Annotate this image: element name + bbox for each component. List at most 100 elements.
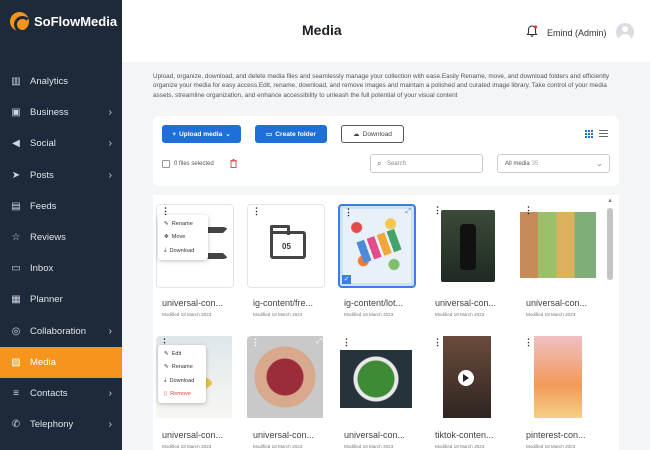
- sidebar-item-posts[interactable]: ➤ Posts ›: [0, 160, 122, 191]
- more-options-icon[interactable]: ⋮: [524, 206, 533, 215]
- tile-name: universal-con...: [162, 298, 224, 308]
- more-options-icon[interactable]: ⋮: [161, 207, 170, 216]
- sidebar-item-social[interactable]: ◀ Social ›: [0, 128, 122, 159]
- sidebar-item-inbox[interactable]: ▭ Inbox: [0, 253, 122, 284]
- scroll-up-icon[interactable]: ▲: [607, 198, 613, 204]
- media-tile-image[interactable]: ⋮ ⤢: [247, 336, 325, 420]
- media-tile-image-selected[interactable]: ⋮ ⤢ ✓: [338, 204, 416, 288]
- menu-item-move[interactable]: ✥ Move: [158, 231, 208, 245]
- scroll-thumb[interactable]: [607, 208, 613, 280]
- more-options-icon[interactable]: ⋮: [524, 338, 533, 347]
- sidebar-item-label: Feeds: [30, 200, 57, 212]
- tile-date: Modified 18 March 2023: [526, 312, 576, 317]
- sidebar: SoFlowMedia ▥ Analytics ▣ Business › ◀ S…: [0, 0, 122, 450]
- app-logo[interactable]: SoFlowMedia: [10, 12, 118, 33]
- download-button[interactable]: ☁ Download: [341, 125, 404, 143]
- tile-date: Modified 18 March 2023: [162, 312, 212, 317]
- sidebar-item-feeds[interactable]: ▤ Feeds: [0, 191, 122, 222]
- trash-icon: ▯: [164, 391, 168, 398]
- chart-icon: ▥: [11, 76, 21, 88]
- download-icon: ⤓: [164, 247, 167, 254]
- media-tile-image[interactable]: ⋮: [429, 204, 507, 288]
- more-options-icon[interactable]: ⋮: [342, 338, 351, 347]
- app-name: SoFlowMedia: [34, 14, 118, 29]
- sidebar-item-label: Business: [30, 107, 69, 119]
- tile-thumbnail: [340, 350, 412, 408]
- sidebar-item-collaboration[interactable]: ◎ Collaboration ›: [0, 316, 122, 347]
- download-icon: ⤓: [164, 377, 167, 384]
- tile-thumbnail: [441, 210, 495, 282]
- download-label: Download: [362, 130, 392, 138]
- chevron-down-icon: ⌄: [596, 159, 603, 168]
- create-folder-label: Create folder: [275, 130, 316, 138]
- tile-name: tiktok-conten...: [435, 430, 494, 440]
- media-tile-folder[interactable]: ⋮ 05: [247, 204, 325, 288]
- trash-icon[interactable]: [230, 159, 237, 168]
- menu-item-download[interactable]: ⤓ Download: [158, 244, 208, 258]
- folder-label: 05: [282, 242, 291, 251]
- chevron-right-icon: ›: [108, 169, 112, 181]
- media-tile-image[interactable]: ⋮: [338, 336, 416, 420]
- list-view-icon[interactable]: [599, 130, 608, 138]
- contacts-icon: ≡: [13, 387, 19, 399]
- image-icon: ▨: [11, 356, 21, 368]
- checkbox-checked-icon[interactable]: ✓: [342, 275, 351, 284]
- menu-item-remove[interactable]: ▯ Remove: [158, 388, 206, 402]
- tile-thumbnail: [343, 209, 411, 283]
- sidebar-item-reviews[interactable]: ☆ Reviews: [0, 222, 122, 253]
- media-filter-select[interactable]: All media 35 ⌄: [497, 154, 610, 173]
- more-options-icon[interactable]: ⋮: [251, 338, 260, 347]
- bell-icon[interactable]: [525, 24, 539, 38]
- megaphone-icon: ◀: [12, 138, 20, 150]
- media-tile-image[interactable]: ⋮: [520, 336, 598, 420]
- search-placeholder: Search: [387, 161, 407, 167]
- more-options-icon[interactable]: ⋮: [344, 208, 353, 217]
- tile-name: universal-con...: [344, 430, 406, 440]
- chevron-right-icon: ›: [108, 325, 112, 337]
- tile-name: universal-con...: [526, 298, 588, 308]
- tile-date: Modified 18 March 2023: [435, 444, 485, 449]
- create-folder-button[interactable]: ▭ Create folder: [255, 125, 327, 143]
- menu-item-rename[interactable]: ✎ Rename: [158, 361, 206, 375]
- sidebar-item-media[interactable]: ▨ Media: [0, 346, 122, 378]
- sidebar-item-analytics[interactable]: ▥ Analytics: [0, 66, 122, 97]
- expand-icon[interactable]: ⤢: [316, 338, 322, 346]
- page-title: Media: [302, 22, 342, 38]
- sidebar-item-business[interactable]: ▣ Business ›: [0, 97, 122, 128]
- media-tile-image[interactable]: ⋮: [520, 204, 598, 288]
- feed-icon: ▤: [11, 200, 21, 212]
- menu-item-edit[interactable]: ✎ Edit: [158, 347, 206, 361]
- search-input[interactable]: ⌕ Search: [370, 154, 483, 173]
- more-options-icon[interactable]: ⋮: [252, 207, 261, 216]
- tile-thumbnail: [247, 336, 323, 418]
- more-options-icon[interactable]: ⋮: [433, 206, 442, 215]
- cloud-download-icon: ☁: [353, 131, 360, 138]
- sidebar-item-label: Inbox: [30, 263, 54, 275]
- avatar[interactable]: [616, 23, 634, 41]
- star-icon: ☆: [11, 232, 21, 244]
- user-name[interactable]: Emind (Admin): [547, 28, 607, 38]
- tile-name: pinterest-con...: [526, 430, 586, 440]
- inbox-icon: ▭: [11, 263, 21, 275]
- filter-value: All media 35: [505, 161, 539, 167]
- scrollbar[interactable]: ▲: [605, 195, 615, 450]
- send-icon: ➤: [11, 169, 21, 181]
- media-tile-video[interactable]: ⋮: [429, 336, 507, 420]
- sidebar-item-planner[interactable]: ▦ Planner: [0, 284, 122, 315]
- sidebar-item-label: Planner: [30, 294, 63, 306]
- sidebar-item-telephony[interactable]: ✆ Telephony ›: [0, 409, 122, 440]
- more-options-icon[interactable]: ⋮: [433, 338, 442, 347]
- sidebar-item-label: Telephony: [30, 419, 74, 431]
- media-toolbar: + Upload media ⌄ ▭ Create folder ☁ Downl…: [153, 116, 619, 186]
- menu-item-rename[interactable]: ✎ Rename: [158, 217, 208, 231]
- sidebar-item-contacts[interactable]: ≡ Contacts ›: [0, 378, 122, 409]
- files-selected-count: 0 files selected: [174, 161, 214, 167]
- grid-view-icon[interactable]: [585, 130, 593, 138]
- logo-mark-icon: [10, 12, 31, 33]
- select-all-checkbox[interactable]: [162, 160, 170, 168]
- expand-icon[interactable]: ⤢: [405, 208, 411, 216]
- upload-media-button[interactable]: + Upload media ⌄: [162, 125, 241, 143]
- play-icon[interactable]: [463, 374, 469, 382]
- menu-item-download[interactable]: ⤓ Download: [158, 374, 206, 388]
- image-context-menu: ✎ Edit ✎ Rename ⤓ Download ▯ Remove: [158, 345, 206, 403]
